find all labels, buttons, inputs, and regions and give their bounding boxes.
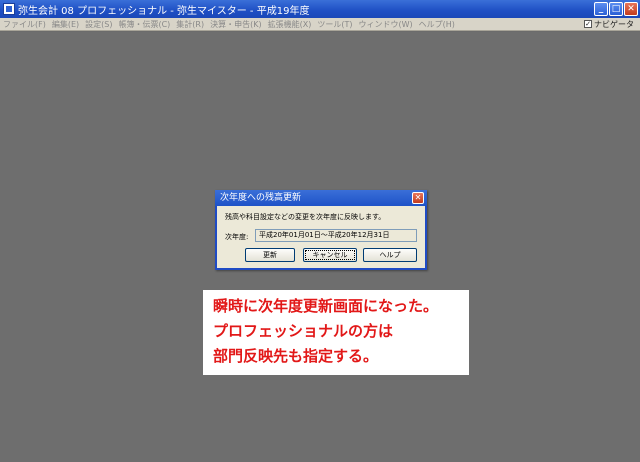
carryover-dialog: 次年度への残高更新 ✕ 残高や科目設定などの変更を次年度に反映します。 次年度:…	[215, 190, 427, 270]
window-title: 弥生会計 08 プロフェッショナル - 弥生マイスター - 平成19年度	[18, 5, 310, 17]
menu-help[interactable]: ヘルプ(H)	[416, 19, 458, 30]
menu-edit[interactable]: 編集(E)	[49, 19, 82, 30]
navigator-label: ナビゲータ	[594, 19, 634, 29]
menu-window[interactable]: ウィンドウ(W)	[355, 19, 415, 30]
maximize-button[interactable]: □	[609, 2, 623, 16]
next-year-period-field: 平成20年01月01日～平成20年12月31日	[255, 229, 417, 242]
menu-tools[interactable]: ツール(T)	[314, 19, 355, 30]
menu-extensions[interactable]: 拡張機能(X)	[265, 19, 315, 30]
close-button[interactable]: ✕	[624, 2, 638, 16]
menu-bar: ファイル(F) 編集(E) 設定(S) 帳簿・伝票(C) 集計(R) 決算・申告…	[0, 18, 640, 31]
annotation-note: 瞬時に次年度更新画面になった。 プロフェッショナルの方は 部門反映先も指定する。	[203, 290, 469, 375]
window-controls: _ □ ✕	[594, 2, 638, 16]
dialog-message: 残高や科目設定などの変更を次年度に反映します。	[225, 213, 386, 221]
minimize-button[interactable]: _	[594, 2, 608, 16]
navigator-toggle[interactable]: ✓ ナビゲータ	[584, 18, 634, 30]
checkbox-icon[interactable]: ✓	[584, 20, 592, 28]
dialog-close-icon[interactable]: ✕	[412, 192, 424, 204]
app-title-bar: 弥生会計 08 プロフェッショナル - 弥生マイスター - 平成19年度 _ □…	[0, 0, 640, 18]
menu-closing[interactable]: 決算・申告(K)	[207, 19, 265, 30]
annotation-line: 部門反映先も指定する。	[213, 347, 379, 365]
menu-books[interactable]: 帳簿・伝票(C)	[115, 19, 173, 30]
annotation-line: 瞬時に次年度更新画面になった。	[213, 297, 439, 315]
help-button[interactable]: ヘルプ	[363, 248, 417, 262]
dialog-title: 次年度への残高更新	[215, 190, 427, 206]
menu-totals[interactable]: 集計(R)	[173, 19, 207, 30]
menu-settings[interactable]: 設定(S)	[82, 19, 115, 30]
update-button[interactable]: 更新	[245, 248, 295, 262]
menu-file[interactable]: ファイル(F)	[0, 19, 49, 30]
app-icon	[3, 3, 15, 15]
cancel-button[interactable]: キャンセル	[303, 248, 357, 262]
annotation-line: プロフェッショナルの方は	[213, 322, 394, 340]
next-year-label: 次年度:	[225, 233, 249, 241]
